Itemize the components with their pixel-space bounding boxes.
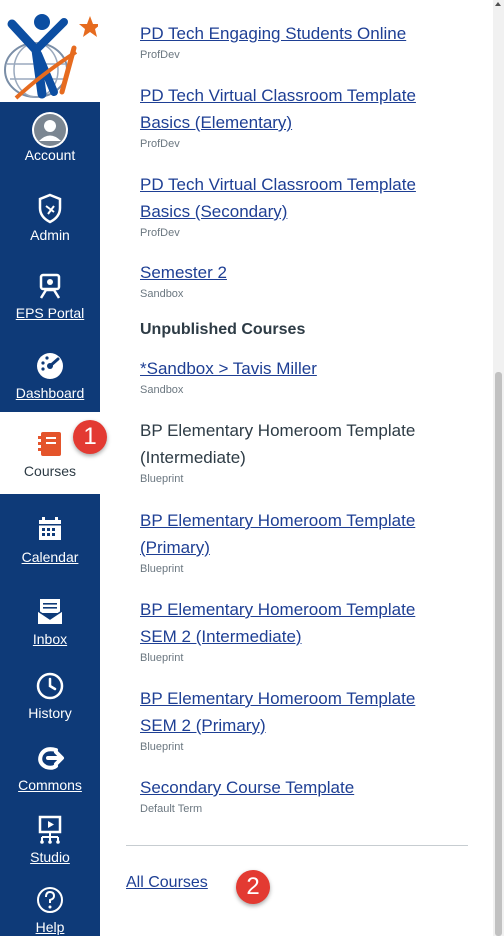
nav-item-studio[interactable]: Studio	[0, 812, 100, 866]
global-nav: Account Admin EPS Portal Dashboard Cours…	[0, 0, 100, 936]
unpublished-heading: Unpublished Courses	[140, 321, 306, 338]
nav-label: Help	[35, 919, 65, 935]
course-item: PD Tech Virtual Classroom Template Basic…	[140, 82, 470, 151]
nav-label: EPS Portal	[15, 305, 85, 321]
nav-item-account[interactable]: Account	[0, 110, 100, 164]
nav-label: Admin	[30, 227, 70, 243]
course-item: PD Tech Engaging Students Online ProfDev	[140, 20, 470, 62]
course-item: PD Tech Virtual Classroom Template Basic…	[140, 171, 470, 240]
dashboard-icon	[30, 348, 70, 384]
account-icon	[30, 110, 70, 148]
nav-item-commons[interactable]: Commons	[0, 740, 100, 794]
nav-item-help[interactable]: Help	[0, 882, 100, 936]
nav-label: Account	[24, 147, 76, 163]
nav-label: Inbox	[32, 631, 68, 647]
course-item: BP Elementary Homeroom Template SEM 2 (I…	[140, 596, 470, 665]
course-link[interactable]: BP Elementary Homeroom Template SEM 2 (P…	[140, 685, 450, 739]
course-link[interactable]: PD Tech Virtual Classroom Template Basic…	[140, 82, 440, 136]
course-term: ProfDev	[140, 227, 180, 239]
course-link[interactable]: PD Tech Virtual Classroom Template Basic…	[140, 171, 440, 225]
nav-item-admin[interactable]: Admin	[0, 190, 100, 244]
divider	[126, 845, 468, 846]
studio-icon	[30, 812, 70, 848]
nav-label: Courses	[23, 463, 77, 479]
help-icon	[30, 882, 70, 918]
courses-icon	[30, 426, 70, 462]
calendar-icon	[30, 512, 70, 548]
nav-label: Studio	[30, 849, 70, 865]
course-link[interactable]: Semester 2	[140, 259, 470, 286]
logo[interactable]	[0, 0, 100, 102]
course-term: Blueprint	[140, 652, 184, 664]
course-link[interactable]: Secondary Course Template	[140, 774, 470, 801]
nav-label: Calendar	[21, 549, 79, 565]
course-term: Blueprint	[140, 741, 184, 753]
course-term: Blueprint	[140, 563, 184, 575]
course-link[interactable]: BP Elementary Homeroom Template (Interme…	[140, 417, 450, 471]
nav-item-history[interactable]: History	[0, 668, 100, 722]
scroll-up-arrow-icon[interactable]	[495, 2, 501, 6]
course-item: Secondary Course Template Default Term	[140, 774, 470, 816]
nav-label: Dashboard	[15, 385, 85, 401]
commons-icon	[30, 740, 70, 776]
course-term: Sandbox	[140, 384, 184, 396]
scrollbar-thumb[interactable]	[495, 372, 502, 936]
inbox-icon	[30, 594, 70, 630]
course-term: Sandbox	[140, 288, 184, 300]
nav-item-eps-portal[interactable]: EPS Portal	[0, 268, 100, 322]
course-term: Blueprint	[140, 473, 184, 485]
logo-icon	[4, 14, 98, 100]
course-item: BP Elementary Homeroom Template SEM 2 (P…	[140, 685, 470, 754]
shield-icon	[30, 190, 70, 226]
step-badge-1: 1	[73, 420, 107, 454]
step-badge-2: 2	[236, 870, 270, 904]
course-term: ProfDev	[140, 138, 180, 150]
nav-item-inbox[interactable]: Inbox	[0, 594, 100, 648]
nav-item-calendar[interactable]: Calendar	[0, 512, 100, 566]
course-link[interactable]: BP Elementary Homeroom Template SEM 2 (I…	[140, 596, 450, 650]
all-courses-link[interactable]: All Courses	[126, 872, 208, 894]
course-link[interactable]: *Sandbox > Tavis Miller	[140, 355, 470, 382]
nav-label: Commons	[18, 777, 82, 793]
course-item: BP Elementary Homeroom Template (Primary…	[140, 507, 470, 576]
portal-icon	[30, 268, 70, 304]
course-item: *Sandbox > Tavis Miller Sandbox	[140, 355, 470, 397]
course-item: Semester 2 Sandbox	[140, 259, 470, 301]
course-term: ProfDev	[140, 49, 180, 61]
course-link[interactable]: BP Elementary Homeroom Template (Primary…	[140, 507, 450, 561]
course-link[interactable]: PD Tech Engaging Students Online	[140, 20, 470, 47]
nav-label: History	[28, 705, 72, 721]
history-icon	[30, 668, 70, 704]
course-term: Default Term	[140, 803, 203, 815]
nav-item-dashboard[interactable]: Dashboard	[0, 348, 100, 402]
course-item: BP Elementary Homeroom Template (Interme…	[140, 417, 470, 486]
